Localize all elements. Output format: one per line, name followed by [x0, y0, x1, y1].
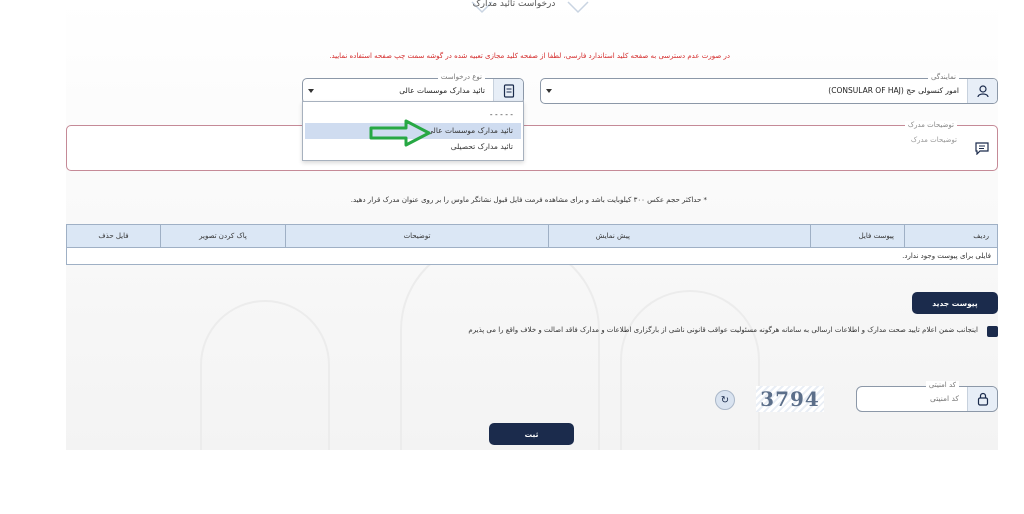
description-placeholder: توضیحات مدرک: [910, 136, 957, 144]
agreement: اینجانب ضمن اعلام تایید صحت مدارک و اطلا…: [468, 325, 1000, 339]
arrow-right-icon: [369, 119, 431, 147]
ornament-icon: [567, 1, 589, 14]
column-header: پیوست فایل: [810, 225, 904, 248]
file-size-note: * حداکثر حجم عکس ۳۰۰ کیلوبایت باشد و برا…: [350, 196, 707, 204]
representative-label: نمایندگی: [927, 73, 959, 81]
new-attachment-button[interactable]: پیوست جدید: [912, 292, 998, 314]
attachments-table: ردیف پیوست فایل پیش نمایش توضیحات پاک کر…: [66, 224, 998, 265]
background-arch: [620, 290, 760, 450]
keyboard-notice: در صورت عدم دسترسی به صفحه کلید استاندار…: [329, 52, 730, 60]
chevron-down-icon: [308, 89, 314, 93]
request-type-value: تائید مدارک موسسات عالی: [399, 86, 485, 95]
agreement-text: اینجانب ضمن اعلام تایید صحت مدارک و اطلا…: [468, 326, 978, 334]
user-icon: [967, 79, 997, 103]
background-arch: [200, 300, 330, 450]
captcha-placeholder: کد امنیتی: [929, 394, 959, 403]
chevron-down-icon: [546, 89, 552, 93]
column-header: فایل حذف: [98, 232, 129, 240]
column-header: پاک کردن تصویر: [160, 225, 285, 248]
document-icon: [493, 79, 523, 103]
captcha-label: کد امنیتی: [925, 381, 959, 389]
description-textarea[interactable]: توضیحات مدرک توضیحات مدرک: [66, 121, 998, 171]
request-type-label: نوع درخواست: [437, 73, 485, 81]
captcha-input[interactable]: کد امنیتی کد امنیتی: [856, 381, 998, 412]
captcha-image: 3794: [756, 386, 824, 412]
table-header: ردیف پیوست فایل پیش نمایش توضیحات پاک کر…: [66, 224, 998, 248]
column-header: توضیحات: [285, 225, 548, 248]
background-arch: [400, 240, 600, 450]
refresh-icon[interactable]: ↻: [715, 390, 735, 410]
representative-select[interactable]: نمایندگی امور کنسولی حج (CONSULAR OF HAJ…: [540, 73, 998, 104]
agreement-checkbox[interactable]: [987, 326, 998, 337]
submit-button[interactable]: ثبت: [489, 423, 574, 445]
page: درخواست تائید مدارک در صورت عدم دسترسی ب…: [0, 0, 1024, 514]
column-header: پیش نمایش: [548, 225, 810, 248]
representative-value: امور کنسولی حج (CONSULAR OF HAJ): [828, 86, 959, 95]
page-title: درخواست تائید مدارک: [472, 0, 556, 9]
lock-icon: [967, 387, 997, 411]
table-row: فایلی برای پیوست وجود ندارد.: [66, 248, 998, 265]
description-label: توضیحات مدرک: [904, 121, 957, 129]
column-header: ردیف: [904, 225, 999, 248]
chat-icon: [967, 126, 997, 170]
